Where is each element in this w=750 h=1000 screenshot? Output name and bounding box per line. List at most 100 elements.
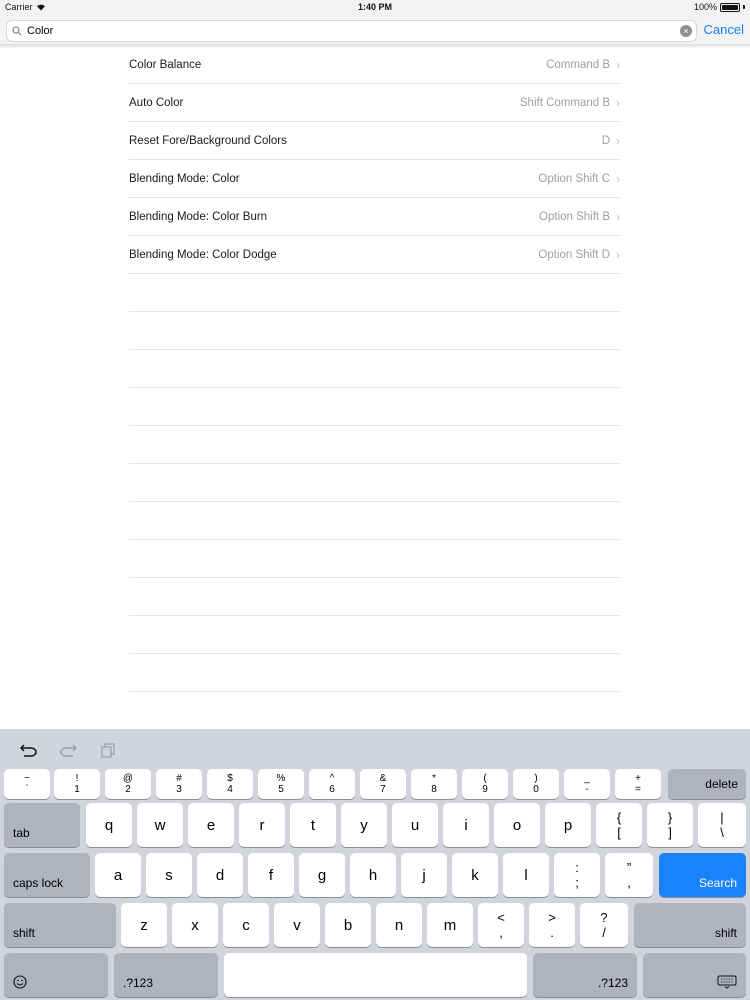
key-equals[interactable]: + = (615, 769, 661, 799)
key-k[interactable]: k (452, 853, 498, 897)
key-left-bracket[interactable]: {[ (596, 803, 642, 847)
key-x[interactable]: x (172, 903, 218, 947)
key-c[interactable]: c (223, 903, 269, 947)
list-item[interactable]: Color Balance Command B › (129, 46, 620, 84)
key-q[interactable]: q (86, 803, 132, 847)
key-minus[interactable]: _ - (564, 769, 610, 799)
key-bottom-char: - (585, 784, 589, 795)
chevron-right-icon: › (616, 171, 620, 186)
key-n[interactable]: n (376, 903, 422, 947)
key-right-bracket[interactable]: }] (647, 803, 693, 847)
key-w[interactable]: w (137, 803, 183, 847)
space-bar[interactable] (224, 953, 527, 997)
search-input[interactable] (27, 25, 657, 37)
undo-icon[interactable] (19, 741, 39, 759)
key-v[interactable]: v (274, 903, 320, 947)
key-4[interactable]: $4 (207, 769, 253, 799)
key-slash[interactable]: ? / (580, 903, 628, 947)
list-item[interactable]: Blending Mode: Color Option Shift C › (129, 160, 620, 198)
key-9[interactable]: (9 (462, 769, 508, 799)
key-g[interactable]: g (299, 853, 345, 897)
key-j[interactable]: j (401, 853, 447, 897)
key-semicolon[interactable]: :; (554, 853, 600, 897)
shift-label: shift (714, 926, 737, 940)
numbers-key-right[interactable]: .?123 (533, 953, 637, 997)
key-h[interactable]: h (350, 853, 396, 897)
key-8[interactable]: * 8 (411, 769, 457, 799)
key-bottom-char: , (499, 925, 503, 940)
key-top-char: * (432, 773, 436, 784)
delete-key[interactable]: delete (668, 769, 746, 799)
key-1[interactable]: ! 1 (54, 769, 100, 799)
result-shortcut: Option Shift D (538, 248, 610, 261)
key-f[interactable]: f (248, 853, 294, 897)
caps-lock-key[interactable]: caps lock (4, 853, 90, 897)
list-item[interactable]: Blending Mode: Color Dodge Option Shift … (129, 236, 620, 274)
key-top-char: # (176, 773, 182, 784)
key-backtick[interactable]: ~ ` (4, 769, 50, 799)
key-bottom-char: . (550, 925, 554, 940)
result-title: Blending Mode: Color Dodge (129, 248, 277, 261)
key-l[interactable]: l (503, 853, 549, 897)
key-top-char: @ (122, 773, 134, 784)
key-d[interactable]: d (197, 853, 243, 897)
key-top-char: ( (483, 773, 487, 784)
key-bottom-char: 0 (533, 784, 539, 795)
key-period[interactable]: >. (529, 903, 575, 947)
search-bar: × Cancel (0, 14, 750, 48)
key-5[interactable]: % 5 (258, 769, 304, 799)
left-shift-key[interactable]: shift (4, 903, 116, 947)
redo-icon[interactable] (58, 741, 78, 759)
list-item[interactable]: Auto Color Shift Command B › (129, 84, 620, 122)
tab-key[interactable]: tab (4, 803, 80, 847)
key-bottom-char: 9 (482, 784, 488, 795)
key-u[interactable]: u (392, 803, 438, 847)
key-i[interactable]: i (443, 803, 489, 847)
search-key[interactable]: Search (659, 853, 746, 897)
key-bottom-char: ; (575, 875, 579, 890)
result-shortcut: D (601, 134, 610, 147)
key-t[interactable]: t (290, 803, 336, 847)
clear-icon[interactable]: × (680, 25, 692, 37)
keyboard: ~ ` ! 1 @2 #3 $4 % 5 ^ 6 & 7 * 8 (9 ) 0 _ - + = d… (0, 729, 750, 1000)
empty-row (129, 654, 620, 692)
key-top-char: $ (227, 773, 233, 784)
key-b[interactable]: b (325, 903, 371, 947)
cancel-button[interactable]: Cancel (704, 22, 744, 37)
key-m[interactable]: m (427, 903, 473, 947)
key-top-char: > (548, 910, 556, 925)
result-title: Reset Fore/Background Colors (129, 134, 287, 147)
key-bottom-char: 3 (176, 784, 182, 795)
key-7[interactable]: & 7 (360, 769, 406, 799)
key-2[interactable]: @2 (105, 769, 151, 799)
key-o[interactable]: o (494, 803, 540, 847)
key-top-char: < (497, 910, 505, 925)
key-backslash[interactable]: | \ (698, 803, 746, 847)
emoji-key[interactable] (4, 953, 108, 997)
key-e[interactable]: e (188, 803, 234, 847)
numbers-key-left[interactable]: .?123 (114, 953, 218, 997)
key-0[interactable]: ) 0 (513, 769, 559, 799)
key-y[interactable]: y (341, 803, 387, 847)
list-item[interactable]: Blending Mode: Color Burn Option Shift B… (129, 198, 620, 236)
key-top-char: ” (626, 860, 632, 875)
search-field[interactable]: × (6, 20, 697, 42)
dismiss-keyboard-key[interactable] (643, 953, 746, 997)
list-item[interactable]: Reset Fore/Background Colors D › (129, 122, 620, 160)
right-shift-key[interactable]: shift (634, 903, 746, 947)
key-a[interactable]: a (95, 853, 141, 897)
key-comma[interactable]: <, (478, 903, 524, 947)
key-bottom-char: 6 (329, 784, 335, 795)
key-r[interactable]: r (239, 803, 285, 847)
paste-icon[interactable] (98, 741, 118, 759)
chevron-right-icon: › (616, 133, 620, 148)
key-bottom-char: [ (617, 825, 621, 840)
key-s[interactable]: s (146, 853, 192, 897)
key-bottom-char: ] (668, 825, 672, 840)
key-3[interactable]: #3 (156, 769, 202, 799)
key-z[interactable]: z (121, 903, 167, 947)
key-quote[interactable]: ”, (605, 853, 653, 897)
key-p[interactable]: p (545, 803, 591, 847)
key-top-char: % (276, 773, 286, 784)
key-6[interactable]: ^ 6 (309, 769, 355, 799)
